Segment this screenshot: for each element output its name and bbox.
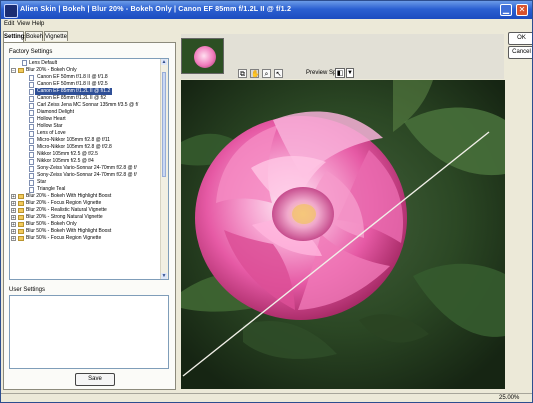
doc-icon <box>29 103 34 109</box>
folder-icon <box>18 208 24 213</box>
preview-image[interactable] <box>181 80 505 389</box>
tree-folder[interactable]: Blur 20% - Strong Natural Vignette <box>26 214 103 221</box>
tree-item[interactable]: Canon EF 50mm f/1.8 II @ f/2.5 <box>37 81 108 88</box>
tree-folder[interactable]: Blur 20% - Bokeh With Highlight Boost <box>26 193 111 200</box>
expand-icon[interactable]: + <box>11 229 16 235</box>
tree-folder[interactable]: Blur 50% - Bokeh With Highlight Boost <box>26 228 111 235</box>
doc-icon <box>29 124 34 130</box>
doc-icon <box>29 173 34 179</box>
scroll-thumb[interactable] <box>162 72 166 177</box>
factory-settings-label: Factory Settings <box>9 49 53 55</box>
pointer-icon[interactable]: ↖ <box>274 69 283 78</box>
folder-icon <box>18 201 24 206</box>
presets-tree[interactable]: ▲ ▼ Lens Default − Blur 20% - Bokeh Only… <box>9 58 169 280</box>
tab-settings[interactable]: Settings <box>3 31 28 42</box>
tree-folder[interactable]: Blur 50% - Focus Region Vignette <box>26 235 101 242</box>
tree-item-selected[interactable]: Canon EF 85mm f/1.2L II @ f/1.2 <box>35 88 113 95</box>
tree-folder[interactable]: Blur 20% - Realistic Natural Vignette <box>26 207 107 214</box>
doc-icon <box>29 110 34 116</box>
minimize-button[interactable]: ▁ <box>500 4 512 16</box>
doc-icon <box>29 96 34 102</box>
window-title: Alien Skin | Bokeh | Blur 20% - Bokeh On… <box>20 4 292 13</box>
tree-item[interactable]: Micro-Nikkor 105mm f/2.8 @ f/11 <box>37 137 110 144</box>
app-window: Alien Skin | Bokeh | Blur 20% - Bokeh On… <box>0 0 533 403</box>
expand-icon[interactable]: + <box>11 236 16 242</box>
close-button[interactable]: ✕ <box>516 4 528 16</box>
folder-icon <box>18 222 24 227</box>
doc-icon <box>29 159 34 165</box>
folder-icon <box>18 229 24 234</box>
user-settings-list[interactable] <box>9 295 169 369</box>
scroll-down-icon[interactable]: ▼ <box>161 273 167 279</box>
save-button[interactable]: Save <box>75 373 115 386</box>
crop-icon[interactable]: ⧉ <box>238 69 247 78</box>
doc-icon <box>29 166 34 172</box>
user-settings-label: User Settings <box>9 287 46 293</box>
doc-icon <box>29 180 34 186</box>
tree-item[interactable]: Sony-Zeiss Vario-Sonnar 24-70mm f/2.8 @ … <box>37 165 137 172</box>
tree-item[interactable]: Micro-Nikkor 105mm f/2.8 @ f/2.8 <box>37 144 112 151</box>
hand-icon[interactable]: ✋ <box>250 69 260 78</box>
flower-thumbnail-icon <box>194 46 216 68</box>
expand-icon[interactable]: + <box>11 208 16 214</box>
folder-icon <box>18 194 24 199</box>
preview-image-svg <box>181 80 505 389</box>
tree-item[interactable]: Lens of Love <box>37 130 66 137</box>
expand-icon[interactable]: + <box>11 194 16 200</box>
folder-icon <box>18 236 24 241</box>
doc-icon <box>29 138 34 144</box>
tree-item[interactable]: Triangle Teal <box>37 186 65 193</box>
app-icon <box>4 4 18 18</box>
expand-icon[interactable]: + <box>11 222 16 228</box>
tab-vignette[interactable]: Vignette <box>44 31 68 41</box>
tree-folder[interactable]: Blur 50% - Bokeh Only <box>26 221 77 228</box>
zoom-level: 25.00% <box>499 395 520 401</box>
tree-folder[interactable]: Blur 20% - Focus Region Vignette <box>26 200 101 207</box>
tree-item[interactable]: Lens Default <box>29 60 57 67</box>
chevron-down-icon[interactable]: ▼ <box>346 68 354 78</box>
menu-bar: Edit View Help <box>1 19 532 30</box>
tree-item[interactable]: Star <box>37 179 46 186</box>
doc-icon <box>29 145 34 151</box>
expand-icon[interactable]: + <box>11 201 16 207</box>
collapse-icon[interactable]: − <box>11 68 16 74</box>
tree-item[interactable]: Diamond Delight <box>37 109 74 116</box>
doc-icon <box>29 152 34 158</box>
status-bar: 25.00% <box>1 393 532 402</box>
doc-icon <box>29 89 34 95</box>
expand-icon[interactable]: + <box>11 215 16 221</box>
tree-item[interactable]: Hollow Star <box>37 123 63 130</box>
doc-icon <box>29 75 34 81</box>
doc-icon <box>29 117 34 123</box>
doc-icon <box>29 131 34 137</box>
tree-item[interactable]: Nikkor 105mm f/2.5 @ f/4 <box>37 158 94 165</box>
menu-edit[interactable]: Edit <box>4 21 14 27</box>
doc-icon <box>22 60 27 66</box>
scroll-up-icon[interactable]: ▲ <box>161 59 167 65</box>
ok-button[interactable]: OK <box>508 32 532 45</box>
zoom-icon[interactable]: ⌕ <box>262 69 271 78</box>
tab-bokeh[interactable]: Bokeh <box>25 31 43 41</box>
folder-icon <box>18 68 24 73</box>
tree-item[interactable]: Nikkor 105mm f/2.5 @ f/2.5 <box>37 151 98 158</box>
tree-item[interactable]: Canon EF 85mm f/1.2L II @ f/2 <box>37 95 106 102</box>
tree-item[interactable]: Hollow Heart <box>37 116 66 123</box>
menu-help[interactable]: Help <box>32 21 44 27</box>
folder-icon <box>18 215 24 220</box>
tree-item[interactable]: Canon EF 50mm f/1.8 II @ f/1.8 <box>37 74 108 81</box>
tree-item[interactable]: Sony-Zeiss Vario-Sonnar 24-70mm f/2.8 @ … <box>37 172 137 179</box>
tree-folder[interactable]: Blur 20% - Bokeh Only <box>26 67 77 74</box>
title-bar: Alien Skin | Bokeh | Blur 20% - Bokeh On… <box>1 1 532 19</box>
cancel-button[interactable]: Cancel <box>508 46 532 59</box>
navigator-thumbnail[interactable] <box>181 38 224 74</box>
tree-scrollbar[interactable]: ▲ ▼ <box>160 59 168 279</box>
split-icon[interactable]: ◧ <box>335 68 345 78</box>
tree-item[interactable]: Carl Zeiss Jena MC Sonnar 135mm f/3.5 @ … <box>37 102 138 109</box>
doc-icon <box>29 82 34 88</box>
menu-view[interactable]: View <box>17 21 30 27</box>
